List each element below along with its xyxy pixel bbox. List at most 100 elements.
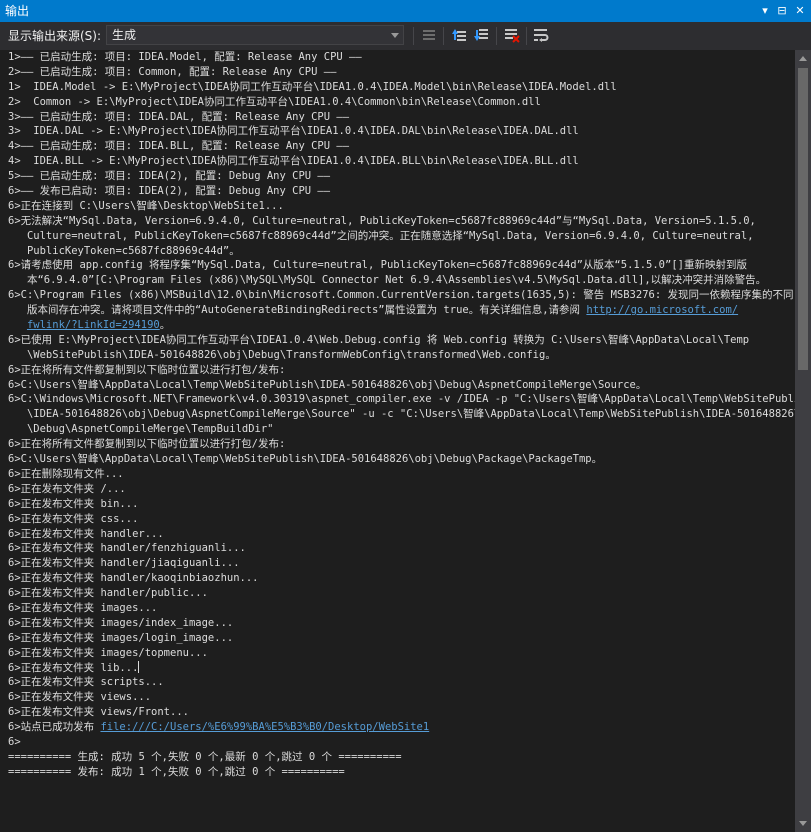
output-line-text: 版本间存在冲突。请将项目文件中的“AutoGenerateBindingRedi… — [8, 304, 587, 317]
output-line: \IDEA-501648826\obj\Debug\AspnetCompileM… — [8, 407, 795, 422]
output-source-value: 生成 — [112, 28, 137, 42]
toggle-word-wrap-icon[interactable] — [532, 26, 550, 44]
close-icon[interactable]: ✕ — [792, 3, 808, 19]
output-line: 6>C:\Program Files (x86)\MSBuild\12.0\bi… — [8, 288, 795, 303]
output-line-text: 6>站点已成功发布 — [8, 721, 101, 734]
output-line-text: 本“6.9.4.0”[C:\Program Files (x86)\MySQL\… — [8, 274, 767, 287]
go-to-next-down-icon[interactable] — [472, 26, 490, 44]
output-line: 6>正在发布文件夹 bin... — [8, 497, 795, 512]
output-line: 6>正在发布文件夹 handler... — [8, 527, 795, 542]
output-line-text: 4>—— 已启动生成: 项目: IDEA.BLL, 配置: Release An… — [8, 140, 350, 153]
output-line-text: 6>正在发布文件夹 views... — [8, 691, 152, 704]
output-line-text: 6>正在发布文件夹 images/topmenu... — [8, 646, 208, 659]
output-line: 6>正在发布文件夹 handler/fenzhiguanli... — [8, 541, 795, 556]
output-line: 6>正在连接到 C:\Users\智峰\Desktop\WebSite1... — [8, 199, 795, 214]
output-line: 6>正在发布文件夹 views... — [8, 690, 795, 705]
output-line: 6>正在发布文件夹 images/index_image... — [8, 616, 795, 631]
output-line-text: 6>正在删除现有文件... — [8, 467, 124, 480]
output-text: 1>—— 已启动生成: 项目: IDEA.Model, 配置: Release … — [0, 50, 795, 780]
output-line: 6>已使用 E:\MyProject\IDEA协同工作互动平台\IDEA1.0.… — [8, 333, 795, 348]
output-line-text: 2> Common -> E:\MyProject\IDEA协同工作互动平台\I… — [8, 95, 541, 108]
output-line: 6>正在发布文件夹 images/login_image... — [8, 631, 795, 646]
output-line-text: 1> IDEA.Model -> E:\MyProject\IDEA协同工作互动… — [8, 80, 617, 93]
output-toolbar: 显示输出来源(S): 生成 — [0, 22, 811, 50]
go-to-previous-icon[interactable] — [420, 26, 438, 44]
output-line-text — [8, 319, 27, 331]
output-line: 6>正在发布文件夹 images... — [8, 601, 795, 616]
output-line: 4>—— 已启动生成: 项目: IDEA.BLL, 配置: Release An… — [8, 139, 795, 154]
output-line: 6>正在将所有文件都复制到以下临时位置以进行打包/发布: — [8, 363, 795, 378]
output-link[interactable]: fwlink/?LinkId=294190 — [27, 319, 160, 331]
output-line-text: 3>—— 已启动生成: 项目: IDEA.DAL, 配置: Release An… — [8, 110, 350, 123]
toolbar-separator — [413, 27, 414, 45]
output-line-text: PublicKeyToken=c5687fc88969c44d”。 — [8, 244, 240, 257]
pin-icon[interactable]: ⊟ — [774, 3, 790, 19]
toolbar-separator — [496, 27, 497, 45]
output-line: 6>正在发布文件夹 css... — [8, 512, 795, 527]
output-line: 6>C:\Users\智峰\AppData\Local\Temp\WebSite… — [8, 378, 795, 393]
output-line-text: \IDEA-501648826\obj\Debug\AspnetCompileM… — [8, 408, 795, 421]
output-line-text: 6>正在将所有文件都复制到以下临时位置以进行打包/发布: — [8, 363, 286, 376]
output-line: 3>—— 已启动生成: 项目: IDEA.DAL, 配置: Release An… — [8, 110, 795, 125]
output-line: 6>正在发布文件夹 handler/jiaqiguanli... — [8, 556, 795, 571]
output-source-select[interactable]: 生成 — [106, 25, 404, 45]
output-line: 2> Common -> E:\MyProject\IDEA协同工作互动平台\I… — [8, 95, 795, 110]
output-line: 6>正在发布文件夹 handler/kaoqinbiaozhun... — [8, 571, 795, 586]
output-line-text: 6>正在发布文件夹 images/login_image... — [8, 631, 234, 644]
output-line: 5>—— 已启动生成: 项目: IDEA(2), 配置: Debug Any C… — [8, 169, 795, 184]
clear-all-icon[interactable] — [503, 26, 521, 44]
output-line-text: ========== 发布: 成功 1 个,失败 0 个,跳过 0 个 ====… — [8, 765, 345, 778]
output-line: 版本间存在冲突。请将项目文件中的“AutoGenerateBindingRedi… — [8, 303, 795, 318]
output-line: 6>—— 发布已启动: 项目: IDEA(2), 配置: Debug Any C… — [8, 184, 795, 199]
output-line: 6>正在发布文件夹 lib... — [8, 660, 795, 676]
toolbar-separator — [443, 27, 444, 45]
scroll-up-icon[interactable] — [799, 56, 807, 61]
output-line-text: 6>正在发布文件夹 bin... — [8, 497, 139, 510]
output-line: ========== 生成: 成功 5 个,失败 0 个,最新 0 个,跳过 0… — [8, 750, 795, 765]
output-line: 6>C:\Users\智峰\AppData\Local\Temp\WebSite… — [8, 452, 795, 467]
vertical-scrollbar[interactable] — [795, 50, 811, 832]
output-line: fwlink/?LinkId=294190。 — [8, 318, 795, 333]
output-line: 2>—— 已启动生成: 项目: Common, 配置: Release Any … — [8, 65, 795, 80]
output-line-text: 6>正在发布文件夹 /... — [8, 482, 126, 495]
scrollbar-thumb[interactable] — [798, 68, 808, 370]
output-line-text: 6>C:\Users\智峰\AppData\Local\Temp\WebSite… — [8, 378, 647, 391]
output-line-text: 6> — [8, 735, 21, 748]
output-line-text: 6>请考虑使用 app.config 将程序集“MySql.Data, Cult… — [8, 259, 747, 272]
toolbar-separator — [526, 27, 527, 45]
output-line-text: 6>正在发布文件夹 handler/public... — [8, 587, 208, 600]
output-line-text: Culture=neutral, PublicKeyToken=c5687fc8… — [8, 229, 754, 242]
output-line: 6>正在发布文件夹 views/Front... — [8, 705, 795, 720]
output-source-label: 显示输出来源(S): — [8, 29, 102, 43]
output-line: 6>正在发布文件夹 scripts... — [8, 675, 795, 690]
output-link[interactable]: file:///C:/Users/%E6%99%BA%E5%B3%B0/Desk… — [100, 721, 429, 733]
output-line: 4> IDEA.BLL -> E:\MyProject\IDEA协同工作互动平台… — [8, 154, 795, 169]
output-line-text: 6>正在发布文件夹 handler... — [8, 527, 164, 540]
output-line-text: 5>—— 已启动生成: 项目: IDEA(2), 配置: Debug Any C… — [8, 170, 331, 183]
output-line: 6>正在将所有文件都复制到以下临时位置以进行打包/发布: — [8, 437, 795, 452]
output-text-area[interactable]: 1>—— 已启动生成: 项目: IDEA.Model, 配置: Release … — [0, 50, 795, 832]
output-line-text: 4> IDEA.BLL -> E:\MyProject\IDEA协同工作互动平台… — [8, 155, 579, 168]
output-line: 6>正在发布文件夹 /... — [8, 482, 795, 497]
output-line: 3> IDEA.DAL -> E:\MyProject\IDEA协同工作互动平台… — [8, 124, 795, 139]
go-to-next-up-icon[interactable] — [450, 26, 468, 44]
output-line-text: 6>正在发布文件夹 views/Front... — [8, 706, 189, 719]
output-line: 6>请考虑使用 app.config 将程序集“MySql.Data, Cult… — [8, 258, 795, 273]
output-line-text: ========== 生成: 成功 5 个,失败 0 个,最新 0 个,跳过 0… — [8, 750, 402, 763]
output-line-text: 6>正在将所有文件都复制到以下临时位置以进行打包/发布: — [8, 438, 286, 451]
output-line-text: 6>C:\Windows\Microsoft.NET\Framework\v4.… — [8, 393, 795, 406]
output-line-text: 6>C:\Program Files (x86)\MSBuild\12.0\bi… — [8, 289, 794, 302]
output-line: \WebSitePublish\IDEA-501648826\obj\Debug… — [8, 348, 795, 363]
output-line-text: 6>—— 发布已启动: 项目: IDEA(2), 配置: Debug Any C… — [8, 185, 331, 198]
output-line-text: 。 — [159, 319, 171, 332]
window-menu-dropdown-icon[interactable]: ▾ — [757, 3, 773, 19]
output-line: 6> — [8, 735, 795, 750]
chevron-down-icon — [391, 33, 399, 38]
output-line: 6>无法解决“MySql.Data, Version=6.9.4.0, Cult… — [8, 214, 795, 229]
output-line-text: 6>正在发布文件夹 css... — [8, 512, 139, 525]
output-line: 6>C:\Windows\Microsoft.NET\Framework\v4.… — [8, 392, 795, 407]
output-link[interactable]: http://go.microsoft.com/ — [586, 304, 738, 316]
scroll-down-icon[interactable] — [799, 821, 807, 826]
output-line: 本“6.9.4.0”[C:\Program Files (x86)\MySQL\… — [8, 273, 795, 288]
output-line-text: 6>正在发布文件夹 handler/kaoqinbiaozhun... — [8, 572, 259, 585]
